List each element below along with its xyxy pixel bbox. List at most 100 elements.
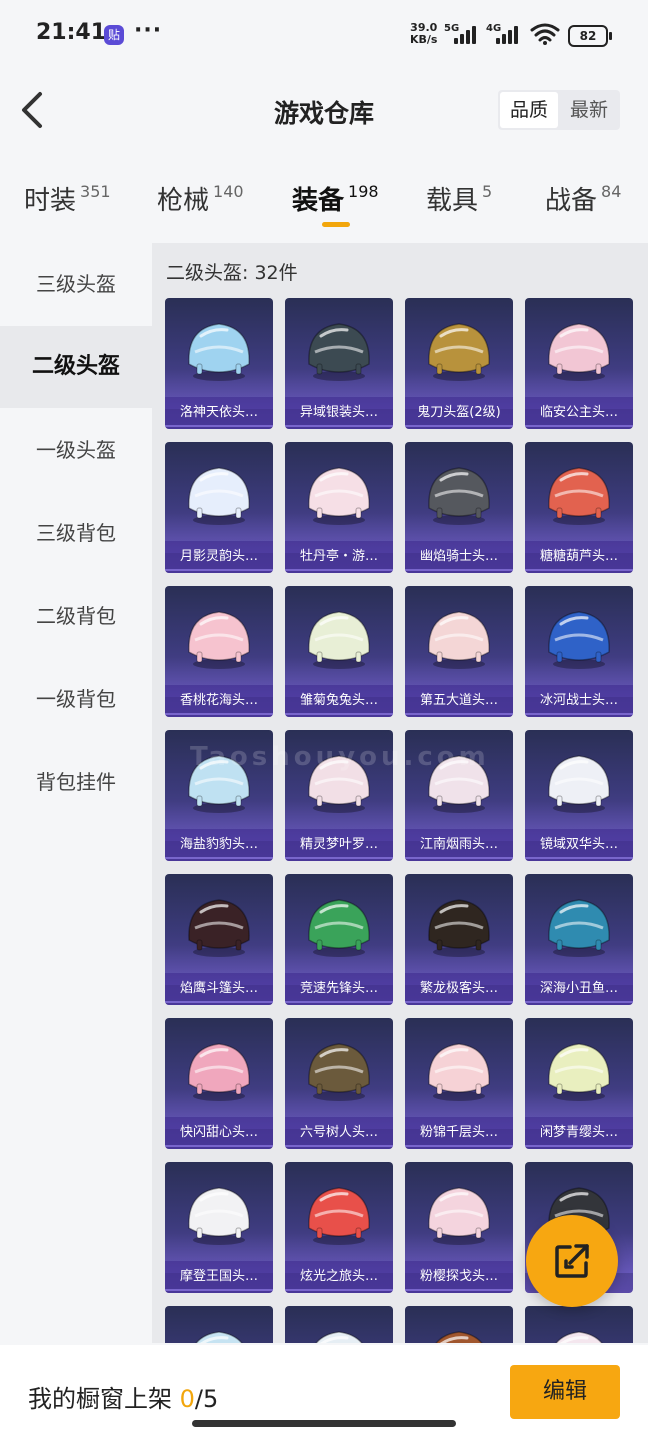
helmet-card[interactable]: 炫光之旅头… <box>285 1162 393 1293</box>
helmet-icon <box>428 467 490 525</box>
helmet-card[interactable]: 粉樱探戈头… <box>405 1162 513 1293</box>
helmet-name: 闲梦青缨头… <box>525 1117 633 1149</box>
sort-quality-button[interactable]: 品质 <box>500 92 558 128</box>
helmet-icon <box>188 899 250 957</box>
helmet-icon <box>548 323 610 381</box>
helmet-card[interactable]: 临安公主头… <box>525 298 633 429</box>
helmet-card[interactable]: 闲梦青缨头… <box>525 1018 633 1149</box>
edit-button[interactable]: 编辑 <box>510 1365 620 1419</box>
helmet-card[interactable] <box>285 1306 393 1343</box>
helmet-icon <box>428 1043 490 1101</box>
helmet-card[interactable]: 异域银装头… <box>285 298 393 429</box>
helmet-name: 第五大道头… <box>405 685 513 717</box>
helmet-card[interactable]: 摩登王国头… <box>165 1162 273 1293</box>
helmet-card[interactable]: 六号树人头… <box>285 1018 393 1149</box>
helmet-icon <box>188 611 250 669</box>
helmet-icon <box>555 1331 603 1343</box>
helmet-card[interactable]: 焰鹰斗篷头… <box>165 874 273 1005</box>
helmet-name: 江南烟雨头… <box>405 829 513 861</box>
sidebar-item-level2-backpack[interactable]: 二级背包 <box>0 575 152 657</box>
tab-guns[interactable]: 枪械 140 <box>157 180 244 217</box>
helmet-card[interactable] <box>405 1306 513 1343</box>
helmet-name: 鬼刀头盔(2级) <box>405 397 513 429</box>
helmet-card[interactable]: 鬼刀头盔(2级) <box>405 298 513 429</box>
helmet-name: 镜域双华头… <box>525 829 633 861</box>
tab-supplies[interactable]: 战备 84 <box>545 180 621 217</box>
helmet-icon <box>188 467 250 525</box>
helmet-name: 雏菊兔兔头… <box>285 685 393 717</box>
helmet-card[interactable]: 镜域双华头… <box>525 730 633 861</box>
helmet-card[interactable]: 幽焰骑士头… <box>405 442 513 573</box>
helmet-name: 粉锦千层头… <box>405 1117 513 1149</box>
helmet-icon <box>188 1043 250 1101</box>
sidebar-item-backpack-charm[interactable]: 背包挂件 <box>0 741 152 823</box>
wifi-icon <box>530 23 560 45</box>
helmet-icon <box>315 1331 363 1343</box>
status-bar: 21:41 贴 ··· 39.0 KB/s 5G 4G 82 <box>0 0 648 70</box>
helmet-card[interactable]: 月影灵韵头… <box>165 442 273 573</box>
helmet-icon <box>428 323 490 381</box>
helmet-card[interactable]: 洛神天依头… <box>165 298 273 429</box>
tab-equipment[interactable]: 装备 198 <box>292 180 379 217</box>
helmet-name: 牡丹亭・游… <box>285 541 393 573</box>
sort-toggle: 品质 最新 <box>498 90 620 130</box>
helmet-icon <box>435 1331 483 1343</box>
helmet-card[interactable] <box>525 1306 633 1343</box>
active-tab-indicator <box>322 222 350 227</box>
helmet-icon <box>308 611 370 669</box>
helmet-name: 摩登王国头… <box>165 1261 273 1293</box>
helmet-card[interactable]: 竞速先锋头… <box>285 874 393 1005</box>
sidebar-item-level2-helmet[interactable]: 二级头盔 <box>0 326 152 408</box>
helmet-name: 冰河战士头… <box>525 685 633 717</box>
home-indicator[interactable] <box>192 1420 456 1427</box>
helmet-card[interactable]: 香桃花海头… <box>165 586 273 717</box>
helmet-name: 六号树人头… <box>285 1117 393 1149</box>
helmet-card[interactable]: 繁龙极客头… <box>405 874 513 1005</box>
helmet-card[interactable] <box>165 1306 273 1343</box>
share-button[interactable] <box>526 1215 618 1307</box>
sidebar-item-level3-backpack[interactable]: 三级背包 <box>0 492 152 574</box>
helmet-icon <box>428 611 490 669</box>
helmet-icon <box>428 1187 490 1245</box>
helmet-card[interactable]: 深海小丑鱼… <box>525 874 633 1005</box>
shelf-total-count: /5 <box>194 1385 219 1413</box>
more-notifications-icon: ··· <box>134 18 163 43</box>
helmet-card[interactable]: 雏菊兔兔头… <box>285 586 393 717</box>
helmet-name: 快闪甜心头… <box>165 1117 273 1149</box>
sidebar-item-level1-helmet[interactable]: 一级头盔 <box>0 409 152 491</box>
helmet-icon <box>308 323 370 381</box>
shelf-current-count: 0 <box>179 1385 195 1413</box>
helmet-icon <box>188 323 250 381</box>
helmet-name: 月影灵韵头… <box>165 541 273 573</box>
header: 游戏仓库 品质 最新 <box>0 70 648 150</box>
sidebar-item-level3-helmet[interactable]: 三级头盔 <box>0 243 152 325</box>
helmet-card[interactable]: 快闪甜心头… <box>165 1018 273 1149</box>
helmet-name: 临安公主头… <box>525 397 633 429</box>
helmet-icon <box>308 899 370 957</box>
helmet-name: 香桃花海头… <box>165 685 273 717</box>
signal-icon <box>454 24 482 44</box>
helmet-card[interactable]: 第五大道头… <box>405 586 513 717</box>
sort-newest-button[interactable]: 最新 <box>560 92 618 128</box>
helmet-card[interactable]: 糖糖葫芦头… <box>525 442 633 573</box>
app-notification-icon: 贴 <box>104 25 124 45</box>
share-icon <box>555 1244 589 1278</box>
helmet-name: 糖糖葫芦头… <box>525 541 633 573</box>
tab-vehicles[interactable]: 载具 5 <box>426 180 492 217</box>
helmet-icon <box>548 1043 610 1101</box>
category-tabs: 时装 351 枪械 140 装备 198 载具 5 战备 84 <box>0 170 648 240</box>
helmet-icon <box>548 611 610 669</box>
item-count-header: 二级头盔: 32件 <box>166 262 298 284</box>
helmet-name: 深海小丑鱼… <box>525 973 633 1005</box>
item-content: 二级头盔: 32件 洛神天依头… 异域银装头… 鬼刀头盔(2级) 临安公主头… 月影灵韵… <box>152 243 648 1343</box>
shelf-status: 我的橱窗上架 0/5 <box>28 1385 219 1413</box>
helmet-name: 海盐豹豹头… <box>165 829 273 861</box>
helmet-icon <box>548 755 610 813</box>
helmet-card[interactable]: 牡丹亭・游… <box>285 442 393 573</box>
helmet-card[interactable]: 冰河战士头… <box>525 586 633 717</box>
tab-fashion[interactable]: 时装 351 <box>24 180 111 217</box>
helmet-card[interactable]: 粉锦千层头… <box>405 1018 513 1149</box>
helmet-icon <box>548 467 610 525</box>
helmet-name: 粉樱探戈头… <box>405 1261 513 1293</box>
sidebar-item-level1-backpack[interactable]: 一级背包 <box>0 658 152 740</box>
